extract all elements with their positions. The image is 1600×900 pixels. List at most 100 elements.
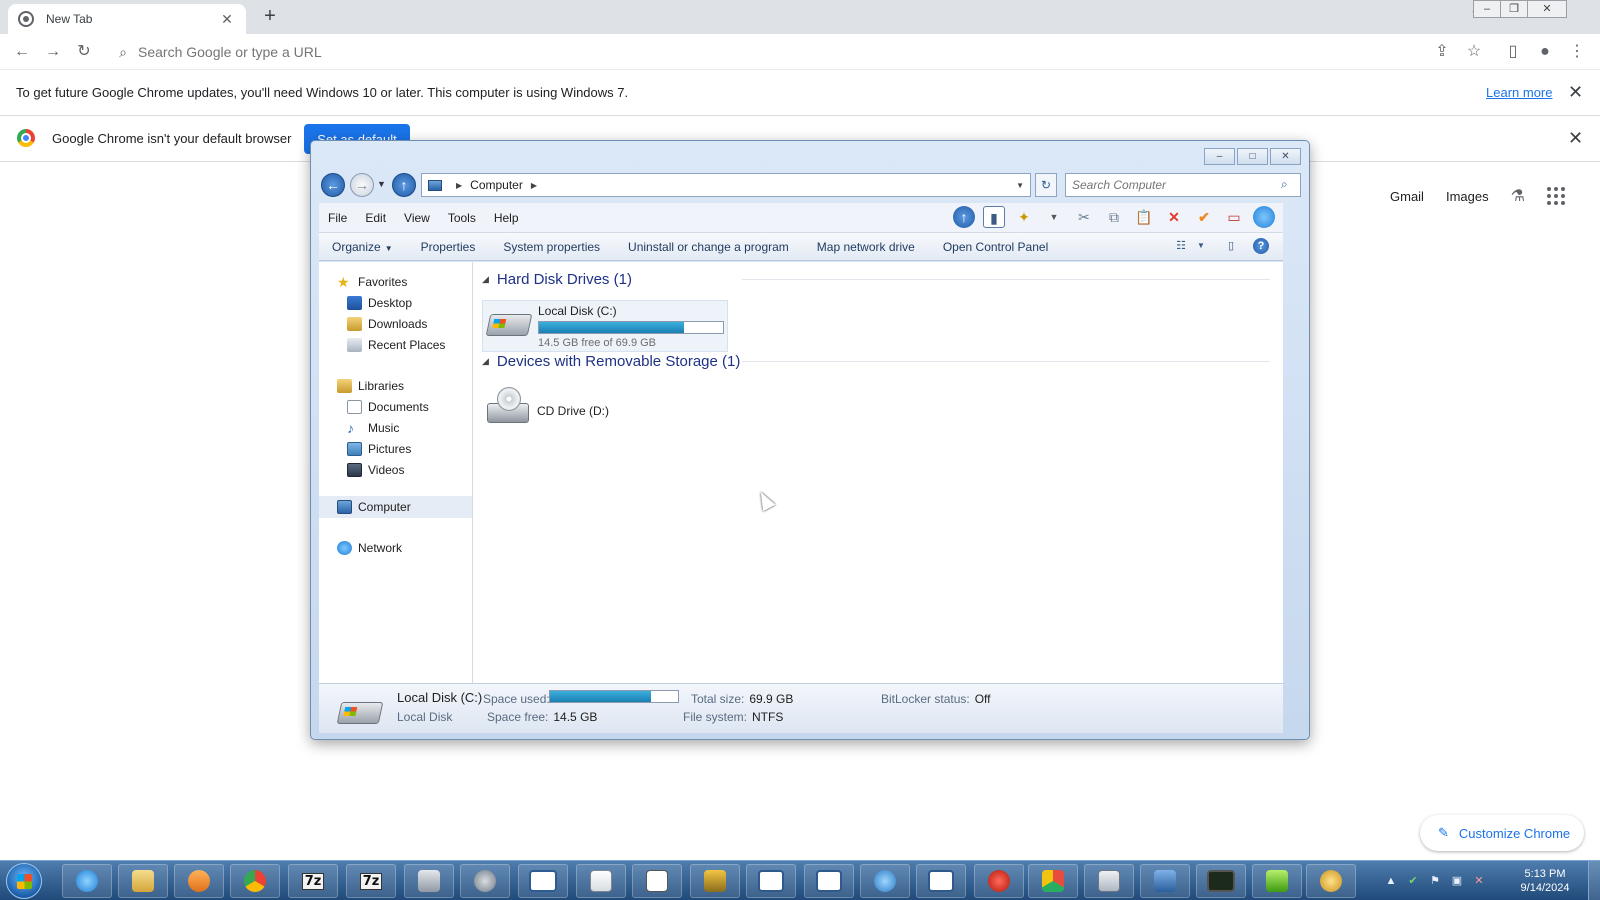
learn-more-link[interactable]: Learn more [1486, 85, 1552, 100]
drive-tile-d[interactable]: CD Drive (D:) [482, 384, 642, 432]
taskbar-window[interactable] [518, 864, 568, 898]
collapse-triangle-icon[interactable]: ◢ [482, 356, 489, 367]
properties-button[interactable]: Properties [407, 240, 490, 254]
copy-icon[interactable]: ⧉ [1103, 206, 1125, 228]
explorer-address-bar[interactable]: ▶ Computer ▶ ▼ [421, 173, 1031, 197]
nav-pictures[interactable]: Pictures [347, 439, 411, 459]
nav-downloads[interactable]: Downloads [347, 314, 427, 334]
taskbar-new-document[interactable] [576, 864, 626, 898]
taskbar-terminal[interactable] [1196, 864, 1246, 898]
show-desktop-button[interactable] [1588, 861, 1600, 900]
menu-help[interactable]: Help [485, 211, 528, 225]
menu-file[interactable]: File [319, 211, 356, 225]
hard-disk-drives-group[interactable]: ◢ Hard Disk Drives (1) [482, 268, 1270, 290]
explorer-minimize-button[interactable]: – [1204, 148, 1235, 165]
omnibox-input[interactable] [138, 44, 738, 60]
taskbar-calculator[interactable] [1084, 864, 1134, 898]
explorer-back-icon[interactable]: ← [321, 173, 345, 197]
address-dropdown-icon[interactable]: ▼ [1016, 181, 1024, 190]
preview-pane-icon[interactable]: ▯ [1223, 239, 1239, 253]
close-window-button[interactable]: ✕ [1527, 0, 1567, 18]
cut-scissors-icon[interactable]: ✂ [1073, 206, 1095, 228]
view-options-chevron-icon[interactable]: ▼ [1193, 239, 1209, 253]
show-hidden-icons-chevron-icon[interactable]: ▲ [1384, 874, 1398, 888]
delete-x-icon[interactable]: ✕ [1163, 206, 1185, 228]
forward-arrow-icon[interactable]: → [43, 42, 63, 62]
bookmark-star-icon[interactable]: ☆ [1464, 42, 1484, 62]
google-apps-icon[interactable] [1546, 187, 1565, 205]
taskbar-internet-explorer[interactable] [62, 864, 112, 898]
breadcrumb-separator-icon[interactable]: ▶ [456, 181, 462, 190]
taskbar-network-tools[interactable] [860, 864, 910, 898]
layout-pane-icon[interactable]: ▮ [983, 206, 1005, 228]
taskbar-remote-desktop[interactable] [1140, 864, 1190, 898]
customize-chrome-button[interactable]: ✎ Customize Chrome [1420, 815, 1584, 851]
explorer-close-button[interactable]: ✕ [1270, 148, 1301, 165]
collapse-triangle-icon[interactable]: ◢ [482, 274, 489, 285]
profile-avatar-icon[interactable]: ● [1535, 42, 1555, 62]
network-status-icon[interactable]: ▣ [1450, 874, 1464, 888]
nav-computer[interactable]: Computer [337, 497, 411, 517]
go-up-icon[interactable]: ↑ [953, 206, 975, 228]
nav-desktop[interactable]: Desktop [347, 293, 412, 313]
labs-flask-icon[interactable]: ⚗ [1511, 186, 1525, 206]
menu-view[interactable]: View [395, 211, 439, 225]
taskbar-7zip[interactable]: 7z [288, 864, 338, 898]
side-panel-icon[interactable]: ▯ [1503, 42, 1523, 62]
dropdown-chevron-icon[interactable]: ▼ [1043, 206, 1065, 228]
properties-icon[interactable]: ▭ [1223, 206, 1245, 228]
taskbar-7zip-2[interactable]: 7z [346, 864, 396, 898]
back-arrow-icon[interactable]: ← [12, 42, 32, 62]
globe-icon[interactable] [1253, 206, 1275, 228]
taskbar-windows-explorer[interactable] [118, 864, 168, 898]
map-network-drive-button[interactable]: Map network drive [803, 240, 929, 254]
taskbar-clock[interactable]: 5:13 PM 9/14/2024 [1510, 867, 1580, 895]
taskbar-green-leaf[interactable] [1252, 864, 1302, 898]
taskbar-settings[interactable] [460, 864, 510, 898]
menu-tools[interactable]: Tools [439, 211, 485, 225]
taskbar-notepad[interactable] [632, 864, 682, 898]
explorer-maximize-button[interactable]: □ [1237, 148, 1268, 165]
check-icon[interactable]: ✔ [1193, 206, 1215, 228]
help-icon[interactable]: ? [1253, 238, 1269, 254]
breadcrumb-computer[interactable]: Computer [470, 178, 523, 192]
taskbar-presentation-2[interactable] [804, 864, 854, 898]
paste-clipboard-icon[interactable]: 📋 [1133, 206, 1155, 228]
taskbar-search-tool[interactable] [1306, 864, 1356, 898]
recent-pages-chevron-icon[interactable]: ▼ [377, 179, 386, 189]
action-center-flag-icon[interactable]: ⚑ [1428, 874, 1442, 888]
taskbar-green-app[interactable] [1028, 864, 1078, 898]
explorer-up-icon[interactable]: ↑ [392, 173, 416, 197]
start-button[interactable] [6, 863, 42, 899]
system-properties-button[interactable]: System properties [489, 240, 614, 254]
menu-edit[interactable]: Edit [356, 211, 395, 225]
tab-new-tab[interactable]: New Tab ✕ [8, 4, 246, 34]
uninstall-program-button[interactable]: Uninstall or change a program [614, 240, 803, 254]
open-control-panel-button[interactable]: Open Control Panel [929, 240, 1062, 254]
nav-music[interactable]: ♪ Music [347, 418, 399, 438]
images-link[interactable]: Images [1446, 189, 1489, 204]
explorer-search-icon[interactable]: ⌕ [1281, 177, 1288, 192]
taskbar-presentation[interactable] [746, 864, 796, 898]
taskbar-google-chrome[interactable] [230, 864, 280, 898]
close-infobar-icon[interactable]: ✕ [1568, 82, 1583, 103]
organize-button[interactable]: Organize ▼ [319, 240, 407, 254]
taskbar-red-app[interactable] [974, 864, 1024, 898]
volume-muted-icon[interactable]: ✕ [1472, 874, 1486, 888]
taskbar-dice[interactable] [690, 864, 740, 898]
nav-libraries[interactable]: Libraries [337, 376, 404, 396]
minimize-button[interactable]: – [1473, 0, 1501, 18]
share-icon[interactable]: ⇪ [1432, 42, 1452, 62]
chrome-menu-icon[interactable]: ⋮ [1567, 42, 1587, 62]
gmail-link[interactable]: Gmail [1390, 189, 1424, 204]
taskbar-presentation-3[interactable] [916, 864, 966, 898]
nav-documents[interactable]: Documents [347, 397, 429, 417]
new-tab-button[interactable]: + [258, 5, 282, 28]
nav-favorites[interactable]: ★ Favorites [337, 272, 407, 292]
security-shield-icon[interactable]: ✔ [1406, 874, 1420, 888]
reload-icon[interactable]: ↻ [74, 42, 94, 62]
drive-tile-c[interactable]: Local Disk (C:) 14.5 GB free of 69.9 GB [482, 300, 728, 352]
change-view-icon[interactable]: ☷ [1173, 239, 1189, 253]
close-infobar-icon[interactable]: ✕ [1568, 128, 1583, 149]
nav-recent-places[interactable]: Recent Places [347, 335, 445, 355]
